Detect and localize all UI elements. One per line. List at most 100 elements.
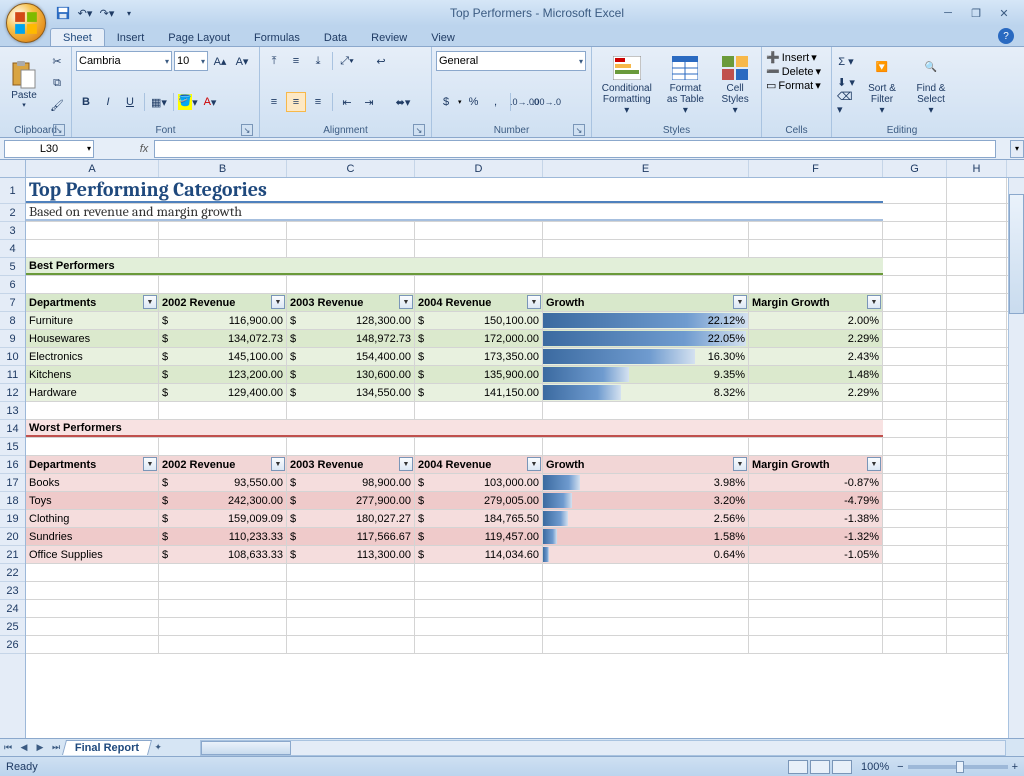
row-header-25[interactable]: 25 <box>0 618 25 636</box>
vertical-scrollbar[interactable] <box>1008 178 1024 738</box>
row-header-16[interactable]: 16 <box>0 456 25 474</box>
font-dialog-launcher[interactable]: ↘ <box>241 124 253 136</box>
align-bottom-button[interactable]: ⤓ <box>308 51 328 71</box>
shrink-font-button[interactable]: A▾ <box>232 51 252 71</box>
conditional-formatting-button[interactable]: Conditional Formatting▾ <box>596 51 658 117</box>
select-all-corner[interactable] <box>0 160 26 178</box>
table-row[interactable]: Toys $242,300.00 $277,900.00 $279,005.00… <box>26 492 1024 510</box>
filter-dropdown[interactable]: ▼ <box>399 295 413 309</box>
fill-color-button[interactable]: 🪣▾ <box>178 92 198 112</box>
format-cells-button[interactable]: ▭Format ▾ <box>766 79 821 92</box>
font-size-combo[interactable]: 10▾ <box>174 51 208 71</box>
filter-dropdown[interactable]: ▼ <box>733 457 747 471</box>
col-header-c[interactable]: C <box>287 160 415 177</box>
grow-font-button[interactable]: A▴ <box>210 51 230 71</box>
restore-button[interactable]: ❐ <box>964 5 988 21</box>
format-as-table-button[interactable]: Format as Table▾ <box>661 51 711 117</box>
filter-dropdown[interactable]: ▼ <box>399 457 413 471</box>
row-header-1[interactable]: 1 <box>0 178 25 204</box>
table-row[interactable]: Clothing $159,009.09 $180,027.27 $184,76… <box>26 510 1024 528</box>
increase-indent-button[interactable]: ⇥ <box>359 92 379 112</box>
bold-button[interactable]: B <box>76 92 96 112</box>
formula-input[interactable] <box>154 140 996 158</box>
row-header-21[interactable]: 21 <box>0 546 25 564</box>
tab-nav-next[interactable]: ▶ <box>32 740 48 756</box>
merge-center-button[interactable]: ⬌▾ <box>389 92 417 112</box>
tab-formulas[interactable]: Formulas <box>242 29 312 46</box>
insert-cells-button[interactable]: ➕Insert ▾ <box>766 51 821 64</box>
table-row[interactable]: Office Supplies $108,633.33 $113,300.00 … <box>26 546 1024 564</box>
col-header-d[interactable]: D <box>415 160 543 177</box>
col-header-e[interactable]: E <box>543 160 749 177</box>
row-header-24[interactable]: 24 <box>0 600 25 618</box>
filter-dropdown[interactable]: ▼ <box>143 295 157 309</box>
align-right-button[interactable]: ≡ <box>308 92 328 112</box>
sort-filter-button[interactable]: 🔽Sort & Filter▾ <box>859 51 905 117</box>
copy-button[interactable]: ⧉ <box>47 73 67 93</box>
currency-button[interactable]: $ <box>436 92 456 112</box>
filter-dropdown[interactable]: ▼ <box>867 457 881 471</box>
table-row[interactable]: Furniture $116,900.00 $128,300.00 $150,1… <box>26 312 1024 330</box>
row-header-13[interactable]: 13 <box>0 402 25 420</box>
filter-dropdown[interactable]: ▼ <box>527 457 541 471</box>
row-header-4[interactable]: 4 <box>0 240 25 258</box>
zoom-in-button[interactable]: + <box>1012 761 1018 773</box>
row-header-11[interactable]: 11 <box>0 366 25 384</box>
align-middle-button[interactable]: ≡ <box>286 51 306 71</box>
format-painter-button[interactable]: 🖌 <box>47 95 67 115</box>
paste-button[interactable]: Paste▾ <box>4 51 44 117</box>
undo-button[interactable]: ↶▾ <box>76 4 94 22</box>
align-left-button[interactable]: ≡ <box>264 92 284 112</box>
filter-dropdown[interactable]: ▼ <box>527 295 541 309</box>
tab-insert[interactable]: Insert <box>105 29 157 46</box>
help-button[interactable]: ? <box>998 28 1014 44</box>
tab-view[interactable]: View <box>419 29 467 46</box>
col-header-h[interactable]: H <box>947 160 1007 177</box>
comma-button[interactable]: , <box>486 92 506 112</box>
zoom-out-button[interactable]: − <box>897 761 903 773</box>
decrease-indent-button[interactable]: ⇤ <box>337 92 357 112</box>
align-top-button[interactable]: ⤒ <box>264 51 284 71</box>
find-select-button[interactable]: 🔍Find & Select▾ <box>908 51 954 117</box>
decrease-decimal-button[interactable]: .00→.0 <box>537 92 557 112</box>
align-center-button[interactable]: ≡ <box>286 92 306 112</box>
row-header-10[interactable]: 10 <box>0 348 25 366</box>
col-header-g[interactable]: G <box>883 160 947 177</box>
table-row[interactable]: Kitchens $123,200.00 $130,600.00 $135,90… <box>26 366 1024 384</box>
row-header-19[interactable]: 19 <box>0 510 25 528</box>
save-button[interactable] <box>54 4 72 22</box>
tab-sheet[interactable]: Sheet <box>50 28 105 46</box>
cut-button[interactable]: ✂ <box>47 51 67 71</box>
worksheet-grid[interactable]: 1234567891011121314151617181920212223242… <box>0 178 1024 738</box>
tab-data[interactable]: Data <box>312 29 359 46</box>
row-header-6[interactable]: 6 <box>0 276 25 294</box>
col-header-f[interactable]: F <box>749 160 883 177</box>
tab-page-layout[interactable]: Page Layout <box>156 29 242 46</box>
filter-dropdown[interactable]: ▼ <box>143 457 157 471</box>
row-header-26[interactable]: 26 <box>0 636 25 654</box>
page-break-view-button[interactable] <box>832 760 852 774</box>
page-layout-view-button[interactable] <box>810 760 830 774</box>
font-family-combo[interactable]: Cambria▾ <box>76 51 172 71</box>
row-header-7[interactable]: 7 <box>0 294 25 312</box>
italic-button[interactable]: I <box>98 92 118 112</box>
number-format-combo[interactable]: General▾ <box>436 51 586 71</box>
fill-button[interactable]: ⬇ ▾ <box>836 72 856 92</box>
col-header-a[interactable]: A <box>26 160 159 177</box>
autosum-button[interactable]: Σ ▾ <box>836 51 856 71</box>
row-header-23[interactable]: 23 <box>0 582 25 600</box>
clipboard-dialog-launcher[interactable]: ↘ <box>53 124 65 136</box>
insert-sheet-button[interactable]: ✦ <box>150 740 166 756</box>
office-button[interactable] <box>6 3 46 43</box>
zoom-slider-thumb[interactable] <box>956 761 964 773</box>
name-box[interactable]: L30▾ <box>4 140 94 158</box>
row-header-3[interactable]: 3 <box>0 222 25 240</box>
table-row[interactable]: Sundries $110,233.33 $117,566.67 $119,45… <box>26 528 1024 546</box>
row-header-14[interactable]: 14 <box>0 420 25 438</box>
filter-dropdown[interactable]: ▼ <box>271 457 285 471</box>
normal-view-button[interactable] <box>788 760 808 774</box>
horizontal-scroll-thumb[interactable] <box>201 741 291 755</box>
font-color-button[interactable]: A▾ <box>200 92 220 112</box>
wrap-text-button[interactable]: ↩ <box>367 51 395 71</box>
tab-review[interactable]: Review <box>359 29 419 46</box>
